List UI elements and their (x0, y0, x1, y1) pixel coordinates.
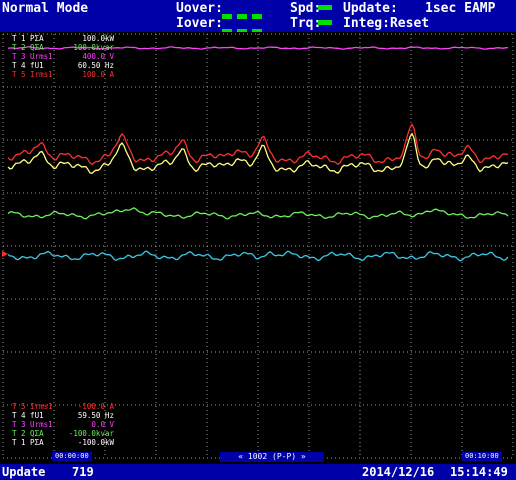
iover-indicator (222, 19, 280, 53)
update-count-value: 719 (72, 465, 94, 479)
spd-label: Spd: (290, 1, 322, 16)
trace-name: T 2 QΣA (12, 429, 44, 438)
time-end-label: 00:10:00 (462, 452, 502, 461)
trq-indicator (318, 20, 332, 25)
trace-scale-value: 59.50 Hz (77, 411, 114, 420)
update-value: 1sec EAMP (425, 1, 496, 16)
trace-name: T 1 PΣA (12, 34, 44, 43)
trace-name: T 3 Urms1 (12, 420, 53, 429)
trace-name: T 5 Irms1 (12, 70, 53, 79)
uover-label: Uover: (176, 1, 223, 16)
trace-name: T 4 fU1 (12, 61, 44, 70)
trace-scale-value: 400.0 V (82, 52, 114, 61)
trace-name: T 3 Urms1 (12, 52, 53, 61)
trace-scale-value: 100.0kvar (73, 43, 114, 52)
trq-label: Trq: (290, 16, 322, 31)
integ-status: Integ:Reset (343, 16, 430, 31)
trace-scale-value: 100.0 A (82, 70, 114, 79)
iover-label: Iover: (176, 16, 223, 31)
trace-scale-value: -100.0 A (77, 402, 114, 411)
trace-name: T 1 PΣA (12, 438, 44, 447)
spd-indicator (318, 5, 332, 10)
trace-qsigma (7, 207, 509, 220)
mode-label: Normal Mode (2, 1, 89, 16)
header-bar: Normal Mode Uover: Spd: Update: 1sec EAM… (0, 0, 516, 53)
update-count-label: Update (2, 465, 46, 479)
trace-scale-value: 0.0 V (91, 420, 114, 429)
uover-indicator (222, 4, 280, 38)
update-label: Update: (343, 1, 398, 16)
trace-scale-value: -100.0kW (77, 438, 114, 447)
trace-name: T 2 QΣA (12, 43, 44, 52)
date-display: 2014/12/16 (362, 465, 435, 479)
trace-scale-value: -100.0kvar (68, 429, 114, 438)
trace-psigma (7, 250, 509, 262)
zero-marker-icon (2, 251, 8, 257)
status-bar: Update 719 2014/12/16 15:14:49 (0, 464, 516, 480)
time-start-label: 00:00:00 (52, 452, 92, 461)
trend-traces (2, 33, 514, 459)
trace-name: T 4 fU1 (12, 411, 44, 420)
time-display: 15:14:49 (450, 465, 508, 479)
trace-scale-value: 60.50 Hz (77, 61, 114, 70)
trace-name: T 5 Irms1 (12, 402, 53, 411)
trace-scale-value: 100.0kW (82, 34, 114, 43)
grid (2, 33, 514, 459)
zoom-control[interactable]: « 1002 (P-P) » (220, 452, 324, 462)
